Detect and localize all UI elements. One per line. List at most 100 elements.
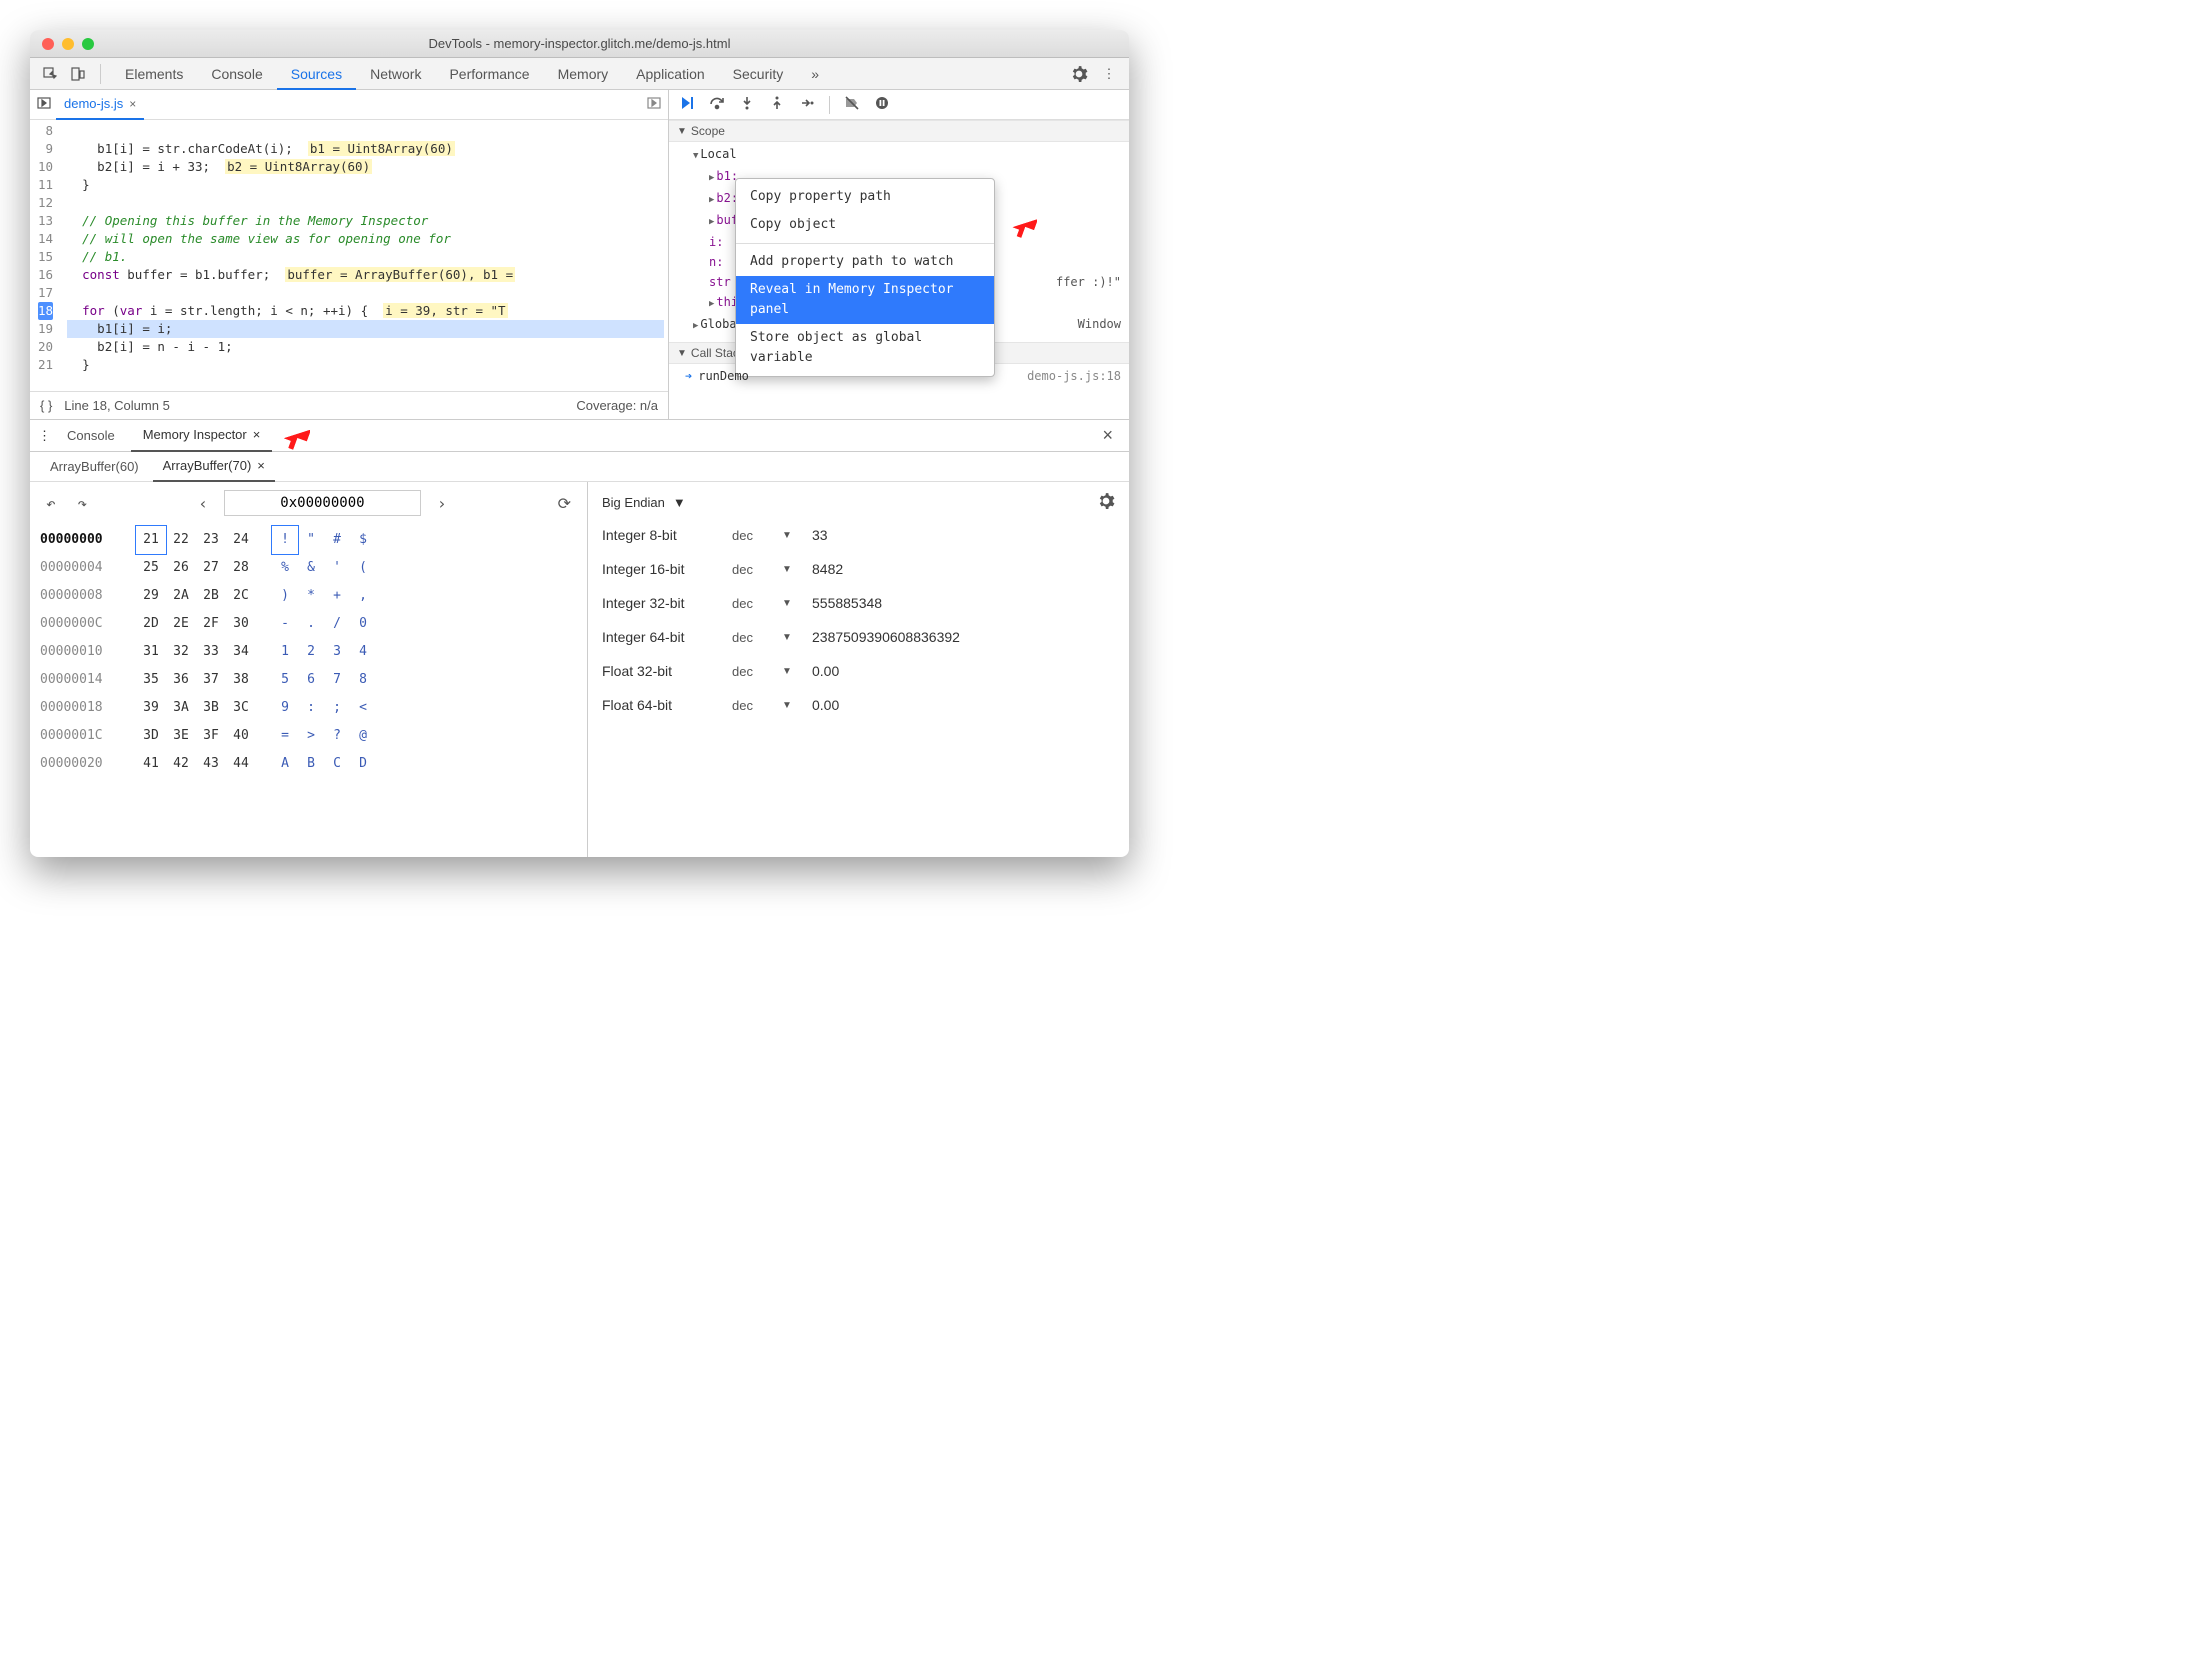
ctx-reveal-memory-inspector[interactable]: Reveal in Memory Inspector panel [736,276,994,324]
history-fwd-icon[interactable]: ↷ [72,492,94,515]
hex-ascii[interactable]: < [350,694,376,722]
chevron-down-icon[interactable]: ▼ [782,530,812,541]
hex-table[interactable]: 0000000021222324!"#$0000000425262728%&'(… [40,526,577,778]
hex-byte[interactable]: 36 [166,666,196,694]
callstack-frame[interactable]: ➔ runDemo demo-js.js:18 [677,366,1129,386]
addr-next-icon[interactable]: › [431,492,453,515]
gear-icon[interactable] [1067,62,1091,86]
scope-local[interactable]: ▼Local [669,144,1129,166]
tab-security[interactable]: Security [719,58,798,90]
close-icon[interactable]: × [257,458,265,473]
value-format-select[interactable]: dec [732,664,782,679]
hex-ascii[interactable]: ( [350,554,376,582]
hex-byte[interactable]: 2B [196,582,226,610]
hex-byte[interactable]: 38 [226,666,256,694]
buffer-tab-60[interactable]: ArrayBuffer(60) [40,452,149,482]
hex-byte[interactable]: 44 [226,750,256,778]
drawer-kebab-icon[interactable]: ⋮ [38,428,51,444]
kebab-icon[interactable]: ⋮ [1097,62,1121,86]
endian-select[interactable]: Big Endian [602,495,665,510]
tab-application[interactable]: Application [622,58,719,90]
value-format-select[interactable]: dec [732,698,782,713]
close-icon[interactable]: × [129,97,136,111]
hex-byte[interactable]: 30 [226,610,256,638]
hex-ascii[interactable]: # [324,526,350,554]
hex-byte[interactable]: 43 [196,750,226,778]
ctx-copy-object[interactable]: Copy object [736,211,994,239]
buffer-tab-70[interactable]: ArrayBuffer(70)× [153,452,275,482]
hex-byte[interactable]: 31 [136,638,166,666]
hex-byte[interactable]: 33 [196,638,226,666]
step-over-icon[interactable] [709,95,725,114]
resume-icon[interactable] [679,95,695,114]
value-format-select[interactable]: dec [732,528,782,543]
hex-ascii[interactable]: 4 [350,638,376,666]
hex-ascii[interactable]: + [324,582,350,610]
code-editor[interactable]: 89101112131415161718192021 b1[i] = str.c… [30,120,668,391]
hex-byte[interactable]: 2A [166,582,196,610]
deactivate-breakpoints-icon[interactable] [844,95,860,114]
hex-ascii[interactable]: B [298,750,324,778]
hex-ascii[interactable]: " [298,526,324,554]
hex-ascii[interactable]: : [298,694,324,722]
hex-byte[interactable]: 35 [136,666,166,694]
tab-overflow[interactable]: » [797,58,833,90]
hex-ascii[interactable]: 1 [272,638,298,666]
chevron-down-icon[interactable]: ▼ [782,632,812,643]
hex-byte[interactable]: 25 [136,554,166,582]
chevron-down-icon[interactable]: ▼ [782,598,812,609]
hex-byte[interactable]: 29 [136,582,166,610]
drawer-close-icon[interactable]: × [1094,425,1121,446]
hex-ascii[interactable]: 5 [272,666,298,694]
step-icon[interactable] [799,95,815,114]
hex-byte[interactable]: 2E [166,610,196,638]
hex-ascii[interactable]: % [272,554,298,582]
gear-icon[interactable] [1097,492,1115,513]
hex-byte[interactable]: 34 [226,638,256,666]
hex-ascii[interactable]: / [324,610,350,638]
hex-byte[interactable]: 2D [136,610,166,638]
hex-ascii[interactable]: & [298,554,324,582]
chevron-down-icon[interactable]: ▼ [673,495,686,510]
hex-ascii[interactable]: 7 [324,666,350,694]
hex-byte[interactable]: 3B [196,694,226,722]
hex-ascii[interactable]: A [272,750,298,778]
addr-prev-icon[interactable]: ‹ [192,492,214,515]
hex-byte[interactable]: 42 [166,750,196,778]
tab-console[interactable]: Console [197,58,276,90]
hex-byte[interactable]: 3A [166,694,196,722]
value-format-select[interactable]: dec [732,630,782,645]
ctx-copy-path[interactable]: Copy property path [736,183,994,211]
hex-ascii[interactable]: ; [324,694,350,722]
hex-ascii[interactable]: = [272,722,298,750]
hex-byte[interactable]: 32 [166,638,196,666]
hex-byte[interactable]: 24 [226,526,256,554]
hex-ascii[interactable]: 8 [350,666,376,694]
value-format-select[interactable]: dec [732,596,782,611]
device-icon[interactable] [66,62,90,86]
tab-elements[interactable]: Elements [111,58,197,90]
file-tab[interactable]: demo-js.js × [56,90,144,120]
address-input[interactable] [224,490,421,516]
hex-ascii[interactable]: D [350,750,376,778]
chevron-down-icon[interactable]: ▼ [782,700,812,711]
hex-byte[interactable]: 22 [166,526,196,554]
tab-performance[interactable]: Performance [435,58,543,90]
inspect-icon[interactable] [38,62,62,86]
hex-ascii[interactable]: 3 [324,638,350,666]
hex-byte[interactable]: 26 [166,554,196,582]
ctx-add-watch[interactable]: Add property path to watch [736,248,994,276]
history-back-icon[interactable]: ↶ [40,492,62,515]
tab-network[interactable]: Network [356,58,435,90]
hex-byte[interactable]: 39 [136,694,166,722]
hex-ascii[interactable]: C [324,750,350,778]
hex-byte[interactable]: 21 [136,526,166,554]
brace-icon[interactable]: { } [40,398,52,413]
hex-byte[interactable]: 2C [226,582,256,610]
hex-ascii[interactable]: . [298,610,324,638]
hex-ascii[interactable]: $ [350,526,376,554]
step-into-icon[interactable] [739,95,755,114]
hex-ascii[interactable]: 0 [350,610,376,638]
tab-memory[interactable]: Memory [544,58,623,90]
hex-byte[interactable]: 40 [226,722,256,750]
